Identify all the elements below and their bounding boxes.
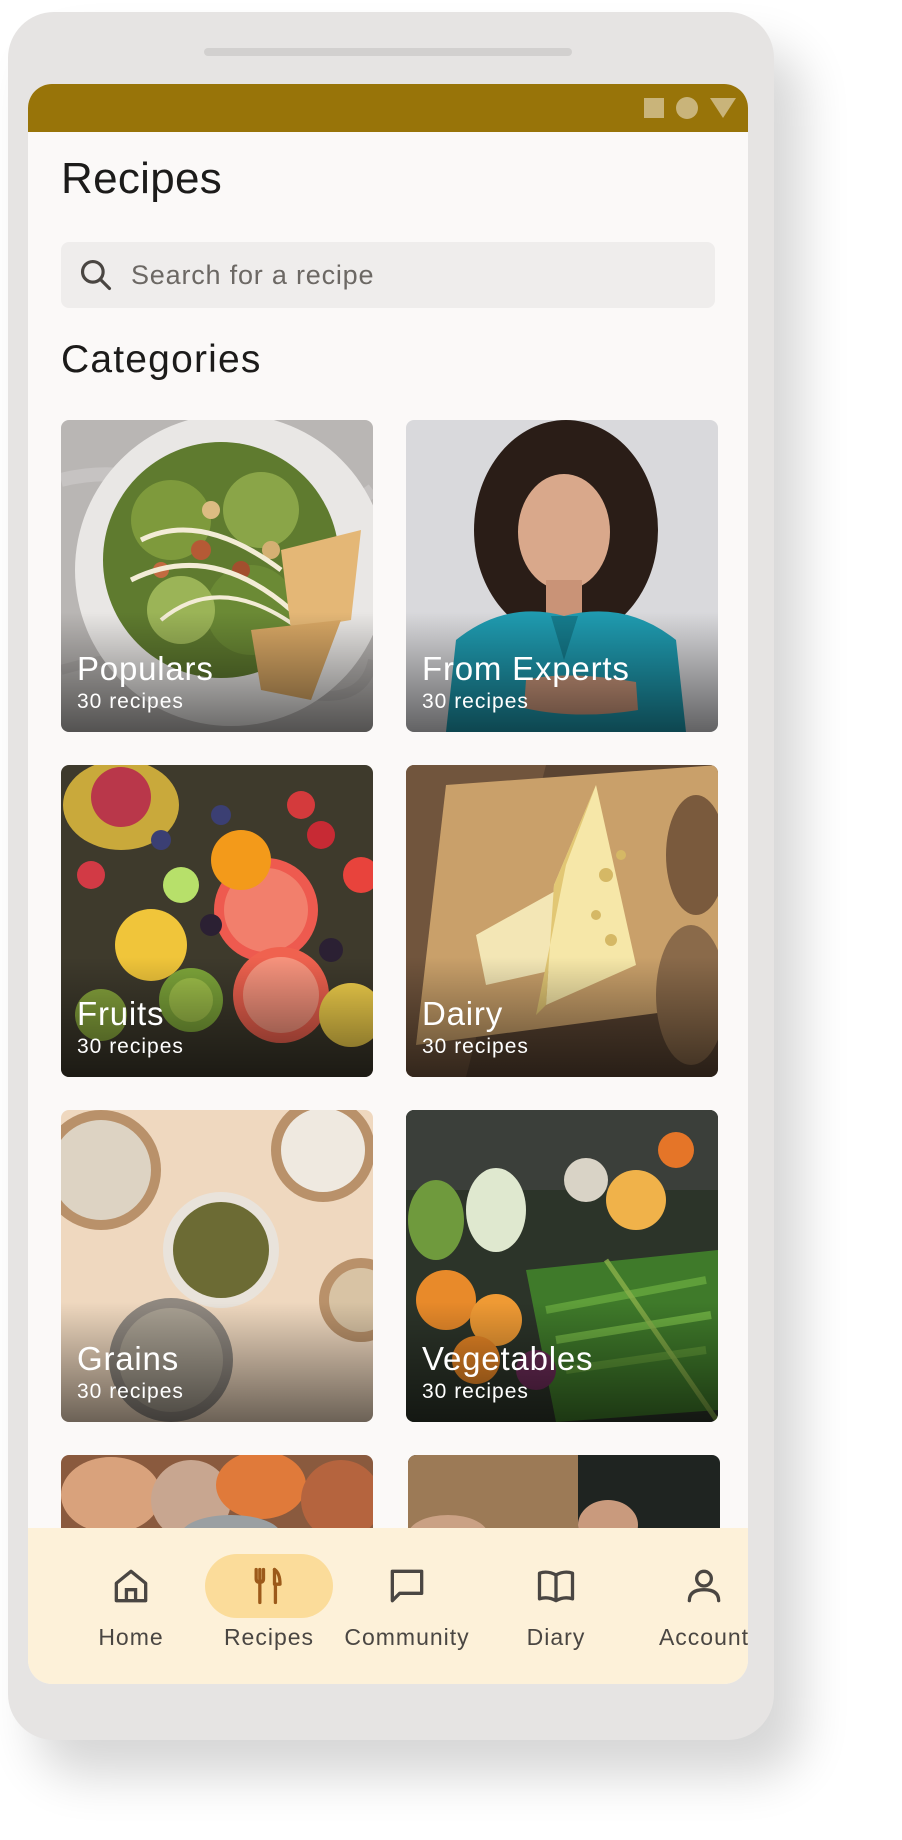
square-icon — [644, 98, 664, 118]
category-card-vegetables[interactable]: Vegetables 30 recipes — [406, 1110, 718, 1422]
phone-speaker — [204, 48, 572, 56]
category-name: Dairy — [422, 995, 504, 1032]
triangle-icon — [710, 98, 736, 118]
search-input[interactable] — [131, 259, 691, 291]
home-icon — [114, 1569, 148, 1603]
category-count: 30 recipes — [77, 1380, 184, 1403]
search-bar[interactable] — [61, 242, 715, 308]
status-bar — [28, 84, 748, 132]
category-name: Fruits — [77, 995, 165, 1032]
category-card-dairy[interactable]: Dairy 30 recipes — [406, 765, 718, 1077]
nav-label: Account — [658, 1624, 748, 1650]
nav-pill-active — [205, 1554, 333, 1618]
mockup-stage: Recipes Categories — [0, 0, 902, 1840]
nav-pill — [640, 1554, 748, 1618]
category-card-populars[interactable]: Populars 30 recipes — [61, 420, 373, 732]
fork-knife-icon — [254, 1567, 282, 1605]
category-count: 30 recipes — [77, 1035, 184, 1058]
circle-icon — [676, 97, 698, 119]
categories-title: Categories — [61, 338, 262, 381]
category-count: 30 recipes — [422, 1380, 529, 1403]
status-icons — [644, 96, 736, 120]
nav-item-recipes[interactable]: Recipes — [199, 1554, 339, 1654]
nav-label: Home — [98, 1624, 164, 1650]
nav-label: Community — [344, 1624, 470, 1650]
category-name: From Experts — [422, 650, 630, 687]
chat-bubble-icon — [390, 1569, 424, 1603]
bottom-navigation: Home Recipes Community Diary Account — [28, 1528, 748, 1684]
search-icon — [80, 259, 112, 291]
category-card-from-experts[interactable]: From Experts 30 recipes — [406, 420, 718, 732]
category-count: 30 recipes — [77, 690, 184, 713]
category-card-grains[interactable]: Grains 30 recipes — [61, 1110, 373, 1422]
nav-pill — [343, 1554, 471, 1618]
category-name: Populars — [77, 650, 214, 687]
category-card-fruits[interactable]: Fruits 30 recipes — [61, 765, 373, 1077]
page-title: Recipes — [61, 154, 223, 203]
nav-label: Recipes — [223, 1624, 315, 1650]
category-count: 30 recipes — [422, 1035, 529, 1058]
nav-item-community[interactable]: Community — [337, 1554, 477, 1654]
phone-frame: Recipes Categories — [8, 12, 774, 1740]
person-icon — [687, 1569, 721, 1603]
nav-item-home[interactable]: Home — [61, 1554, 201, 1654]
category-name: Grains — [77, 1340, 179, 1377]
app-screen: Recipes Categories — [28, 84, 748, 1684]
book-icon — [537, 1570, 575, 1603]
category-count: 30 recipes — [422, 690, 529, 713]
category-name: Vegetables — [422, 1340, 594, 1377]
nav-label: Diary — [526, 1624, 586, 1650]
nav-item-diary[interactable]: Diary — [486, 1554, 626, 1654]
nav-pill — [492, 1554, 620, 1618]
nav-pill — [67, 1554, 195, 1618]
nav-item-account[interactable]: Account — [634, 1554, 748, 1654]
